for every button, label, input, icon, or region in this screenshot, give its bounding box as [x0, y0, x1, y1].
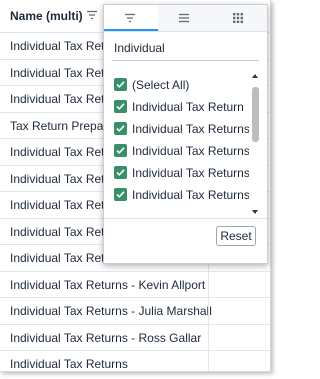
- table-row[interactable]: Individual Tax Returns: [0, 351, 270, 371]
- check-icon: [116, 147, 125, 155]
- filter-option-label: Individual Tax Returns - Chris: [132, 188, 249, 202]
- filter-option-label: (Select All): [132, 78, 190, 92]
- scroll-down-icon[interactable]: [252, 210, 258, 214]
- filter-icon[interactable]: [86, 9, 98, 21]
- checkbox[interactable]: [114, 100, 127, 113]
- divider: [104, 218, 267, 219]
- columns-grid-icon: [233, 13, 243, 23]
- filter-option[interactable]: Individual Tax Return: [112, 96, 249, 118]
- check-icon: [116, 81, 125, 89]
- name-cell: Individual Tax Returns - Ross Gallar: [10, 330, 202, 345]
- filter-option[interactable]: Individual Tax Returns - Bill: [112, 162, 249, 184]
- tab-filter[interactable]: [104, 5, 158, 31]
- table-row[interactable]: Individual Tax Returns - Kevin Allport: [0, 271, 270, 298]
- check-icon: [116, 191, 125, 199]
- menu-icon: [179, 13, 189, 23]
- checkbox[interactable]: [114, 122, 127, 135]
- column-title: Name (multi): [10, 9, 83, 23]
- name-cell: Individual Tax Returns - Kevin Allport: [10, 277, 206, 292]
- name-cell: Individual Tax Returns: [10, 357, 128, 371]
- filter-option[interactable]: (Select All): [112, 74, 249, 96]
- filter-list-scrollbar[interactable]: [251, 74, 260, 214]
- checkbox[interactable]: [114, 188, 127, 201]
- check-icon: [116, 103, 125, 111]
- filter-option[interactable]: Individual Tax Returns - Chris: [112, 184, 249, 206]
- column-divider: [208, 351, 209, 371]
- filter-option-label: Individual Tax Returns - Bill: [132, 166, 249, 180]
- checkbox[interactable]: [114, 144, 127, 157]
- name-cell: Individual Tax Returns - Julia Marshall: [10, 304, 212, 318]
- filter-option[interactable]: Individual Tax Returns - Brian: [112, 140, 249, 162]
- column-divider: [208, 271, 209, 297]
- filter-icon: [125, 13, 135, 23]
- column-divider: [208, 324, 209, 350]
- column-divider: [208, 298, 209, 324]
- tab-general-menu[interactable]: [158, 5, 212, 31]
- filter-option-label: Individual Tax Returns - Brian: [132, 144, 249, 158]
- filter-search: [112, 38, 259, 61]
- filter-option-label: Individual Tax Returns: [132, 122, 249, 136]
- table-row[interactable]: Individual Tax Returns - Ross Gallar: [0, 324, 270, 351]
- check-icon: [116, 125, 125, 133]
- filter-popup: (Select All) Individual Tax Return Individ…: [103, 4, 268, 264]
- checkbox[interactable]: [114, 166, 127, 179]
- filter-value-list: (Select All) Individual Tax Return Individ…: [112, 74, 249, 214]
- tab-columns[interactable]: [212, 5, 266, 31]
- filter-search-input[interactable]: [112, 38, 254, 58]
- check-icon: [116, 169, 125, 177]
- scroll-up-icon[interactable]: [252, 74, 258, 78]
- reset-button[interactable]: Reset: [216, 226, 256, 246]
- filter-tabs: [104, 5, 267, 32]
- checkbox[interactable]: [114, 78, 127, 91]
- filter-option[interactable]: Individual Tax Returns: [112, 118, 249, 140]
- scrollbar-thumb[interactable]: [252, 87, 259, 142]
- filter-option-label: Individual Tax Return: [132, 100, 244, 114]
- table-row[interactable]: Individual Tax Returns - Julia Marshall: [0, 298, 270, 325]
